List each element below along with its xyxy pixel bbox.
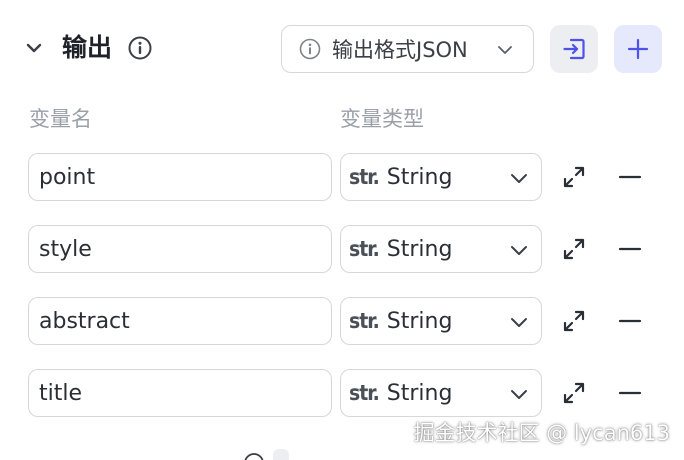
variable-type-select[interactable]: str. String (340, 369, 542, 417)
add-variable-button[interactable] (614, 25, 662, 73)
column-header-type: 变量类型 (340, 107, 424, 131)
watermark: 掘金技术社区 @ lycan613 (413, 421, 670, 445)
string-type-icon: str. (349, 165, 380, 189)
variable-type-select[interactable]: str. String (340, 153, 542, 201)
variable-row: str. String (0, 153, 684, 203)
output-format-label: 输出格式JSON (332, 38, 468, 62)
plus-icon (627, 38, 649, 60)
remove-variable-icon[interactable] (618, 165, 642, 189)
variable-type-label: String (386, 236, 453, 262)
variable-type-label: String (386, 308, 453, 334)
string-type-icon: str. (349, 381, 380, 405)
expand-icon[interactable] (562, 165, 586, 189)
partial-next-row (0, 445, 684, 460)
expand-icon[interactable] (562, 309, 586, 333)
remove-variable-icon[interactable] (618, 237, 642, 261)
type-badge (273, 449, 289, 460)
variable-type-label: String (386, 164, 453, 190)
string-type-icon: str. (349, 309, 380, 333)
remove-variable-icon[interactable] (618, 381, 642, 405)
variable-name-input[interactable] (28, 153, 332, 201)
variable-row: str. String (0, 225, 684, 275)
remove-variable-icon[interactable] (618, 309, 642, 333)
variable-type-label: String (386, 380, 453, 406)
expand-icon[interactable] (562, 237, 586, 261)
info-icon[interactable] (127, 35, 153, 61)
variable-row: str. String (0, 297, 684, 347)
info-icon (244, 453, 264, 460)
output-format-select[interactable]: 输出格式JSON (281, 25, 534, 73)
import-icon (563, 38, 585, 60)
info-icon (299, 38, 321, 60)
variable-name-input[interactable] (28, 369, 332, 417)
chevron-down-icon (511, 174, 527, 183)
variable-name-input[interactable] (28, 297, 332, 345)
output-section-header: 输出 输出格式JSON (0, 0, 684, 96)
variable-type-select[interactable]: str. String (340, 225, 542, 273)
import-button[interactable] (550, 25, 598, 73)
chevron-down-icon (511, 246, 527, 255)
chevron-down-icon (498, 46, 512, 54)
column-header-name: 变量名 (29, 107, 92, 131)
section-title: 输出 (62, 33, 113, 62)
chevron-down-icon (511, 390, 527, 399)
string-type-icon: str. (349, 237, 380, 261)
variable-row: str. String (0, 369, 684, 419)
collapse-chevron-icon[interactable] (22, 36, 46, 60)
variable-type-select[interactable]: str. String (340, 297, 542, 345)
variable-name-input[interactable] (28, 225, 332, 273)
chevron-down-icon (511, 318, 527, 327)
expand-icon[interactable] (562, 381, 586, 405)
